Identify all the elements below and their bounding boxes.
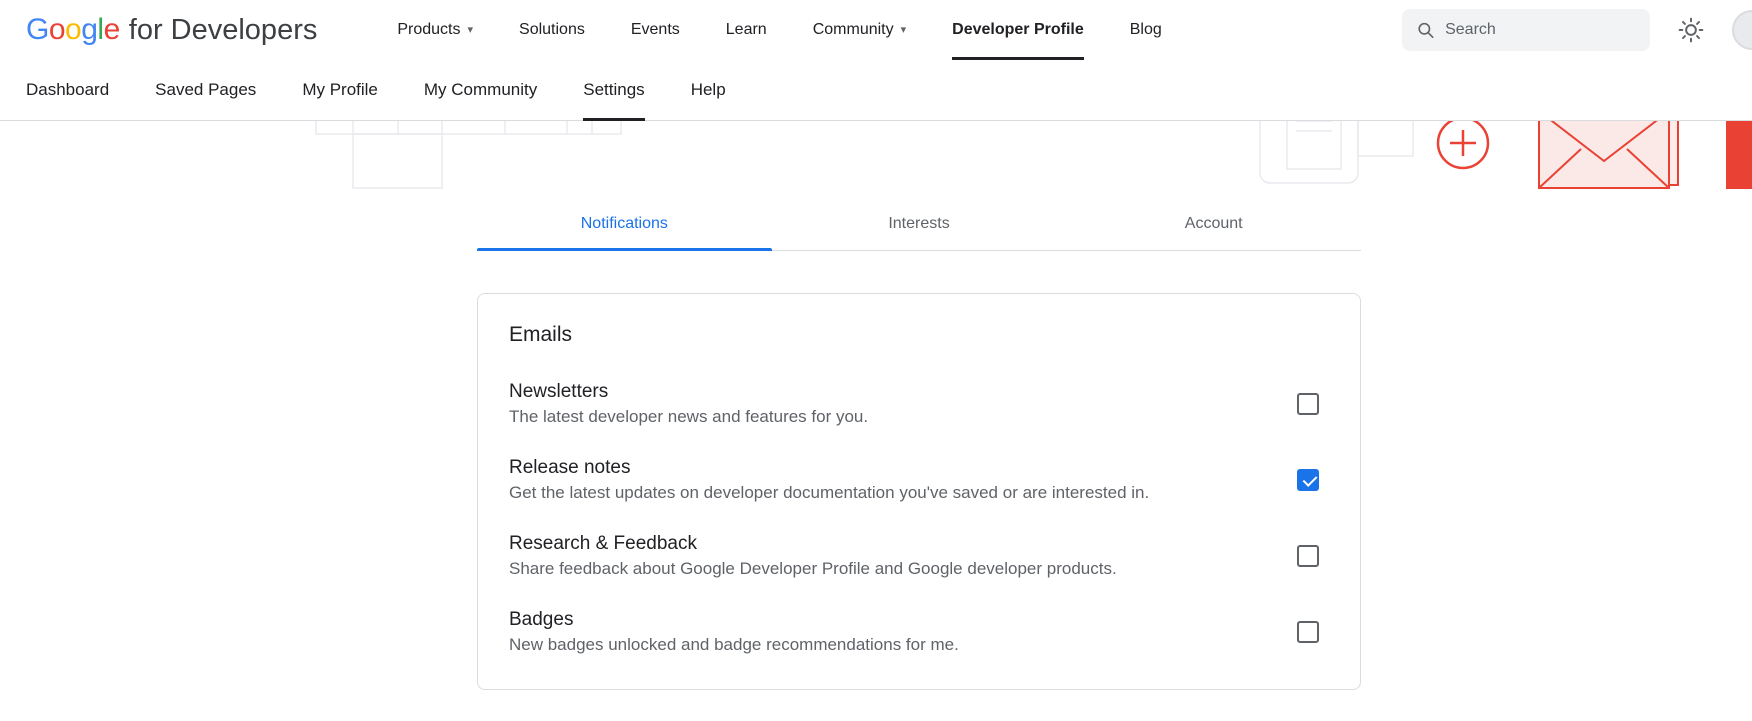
- emails-card: Emails Newsletters The latest developer …: [477, 293, 1361, 690]
- card-title: Emails: [509, 323, 1319, 347]
- profile-subnav: Dashboard Saved Pages My Profile My Comm…: [0, 60, 1752, 121]
- email-pref-row-newsletters: Newsletters The latest developer news an…: [509, 381, 1319, 427]
- logo-letter: e: [104, 13, 120, 47]
- tab-label: Account: [1185, 215, 1243, 232]
- chevron-down-icon: ▾: [901, 25, 907, 36]
- logo-letter: g: [81, 13, 97, 47]
- logo-letter: o: [49, 13, 65, 47]
- add-circle-icon: [1438, 121, 1488, 168]
- pref-title: Newsletters: [509, 381, 868, 403]
- pref-text: Badges New badges unlocked and badge rec…: [509, 609, 959, 655]
- pref-title: Research & Feedback: [509, 533, 1117, 555]
- tab-interests[interactable]: Interests: [772, 201, 1067, 250]
- primary-nav: Products ▾ Solutions Events Learn Commun…: [397, 0, 1161, 60]
- nav-item-learn[interactable]: Learn: [726, 0, 767, 60]
- subnav-item-saved-pages[interactable]: Saved Pages: [155, 60, 256, 120]
- nav-item-label: Learn: [726, 21, 767, 39]
- chevron-down-icon: ▾: [468, 25, 474, 36]
- nav-item-events[interactable]: Events: [631, 0, 680, 60]
- google-wordmark: G o o g l e: [26, 13, 120, 47]
- subnav-item-label: My Profile: [302, 80, 378, 100]
- email-pref-row-badges: Badges New badges unlocked and badge rec…: [509, 609, 1319, 655]
- tab-label: Interests: [888, 215, 949, 232]
- banner-red-bar: [1726, 121, 1752, 189]
- subnav-item-label: Saved Pages: [155, 80, 256, 100]
- subnav-item-settings[interactable]: Settings: [583, 60, 644, 120]
- search-input[interactable]: [1445, 21, 1636, 39]
- subnav-item-label: Settings: [583, 80, 644, 100]
- research-feedback-checkbox[interactable]: [1297, 545, 1319, 567]
- nav-item-developer-profile[interactable]: Developer Profile: [952, 0, 1084, 60]
- nav-item-products[interactable]: Products ▾: [397, 0, 473, 60]
- nav-item-label: Developer Profile: [952, 21, 1084, 39]
- logo-letter: G: [26, 13, 49, 47]
- nav-item-label: Blog: [1130, 21, 1162, 39]
- subnav-item-dashboard[interactable]: Dashboard: [26, 60, 109, 120]
- nav-item-label: Events: [631, 21, 680, 39]
- theme-toggle-button[interactable]: [1678, 17, 1704, 43]
- badges-checkbox[interactable]: [1297, 621, 1319, 643]
- nav-item-label: Products: [397, 21, 460, 39]
- nav-item-label: Solutions: [519, 21, 585, 39]
- logo-letter: o: [65, 13, 81, 47]
- pref-title: Badges: [509, 609, 959, 631]
- subnav-item-help[interactable]: Help: [691, 60, 726, 120]
- pref-description: Share feedback about Google Developer Pr…: [509, 559, 1117, 579]
- header-right: [1402, 9, 1752, 51]
- pref-description: Get the latest updates on developer docu…: [509, 483, 1149, 503]
- subnav-item-label: Dashboard: [26, 80, 109, 100]
- logo-suffix: for Developers: [129, 14, 318, 47]
- tab-notifications[interactable]: Notifications: [477, 201, 772, 250]
- pref-title: Release notes: [509, 457, 1149, 479]
- settings-tabs: Notifications Interests Account: [477, 201, 1361, 251]
- nav-item-blog[interactable]: Blog: [1130, 0, 1162, 60]
- banner: [0, 121, 1752, 189]
- subnav-item-my-profile[interactable]: My Profile: [302, 60, 378, 120]
- email-pref-row-research-feedback: Research & Feedback Share feedback about…: [509, 533, 1319, 579]
- subnav-item-label: My Community: [424, 80, 537, 100]
- search-icon: [1416, 19, 1435, 41]
- email-pref-row-release-notes: Release notes Get the latest updates on …: [509, 457, 1319, 503]
- avatar[interactable]: [1732, 10, 1752, 50]
- envelope-illustration: [1539, 121, 1678, 188]
- top-header: G o o g l e for Developers Products ▾ So…: [0, 0, 1752, 60]
- nav-item-label: Community: [813, 21, 894, 39]
- release-notes-checkbox[interactable]: [1297, 469, 1319, 491]
- google-developers-logo[interactable]: G o o g l e for Developers: [26, 13, 317, 47]
- newsletters-checkbox[interactable]: [1297, 393, 1319, 415]
- subnav-item-label: Help: [691, 80, 726, 100]
- decorative-note-icon: [1260, 121, 1413, 183]
- nav-item-solutions[interactable]: Solutions: [519, 0, 585, 60]
- nav-item-community[interactable]: Community ▾: [813, 0, 906, 60]
- tab-account[interactable]: Account: [1066, 201, 1361, 250]
- pref-description: New badges unlocked and badge recommenda…: [509, 635, 959, 655]
- subnav-item-my-community[interactable]: My Community: [424, 60, 537, 120]
- pref-text: Release notes Get the latest updates on …: [509, 457, 1149, 503]
- tab-label: Notifications: [581, 215, 668, 232]
- decorative-grid: [316, 121, 621, 188]
- pref-text: Newsletters The latest developer news an…: [509, 381, 868, 427]
- banner-illustration: [0, 121, 1752, 189]
- pref-description: The latest developer news and features f…: [509, 407, 868, 427]
- sun-icon: [1678, 17, 1704, 43]
- search-box[interactable]: [1402, 9, 1650, 51]
- pref-text: Research & Feedback Share feedback about…: [509, 533, 1117, 579]
